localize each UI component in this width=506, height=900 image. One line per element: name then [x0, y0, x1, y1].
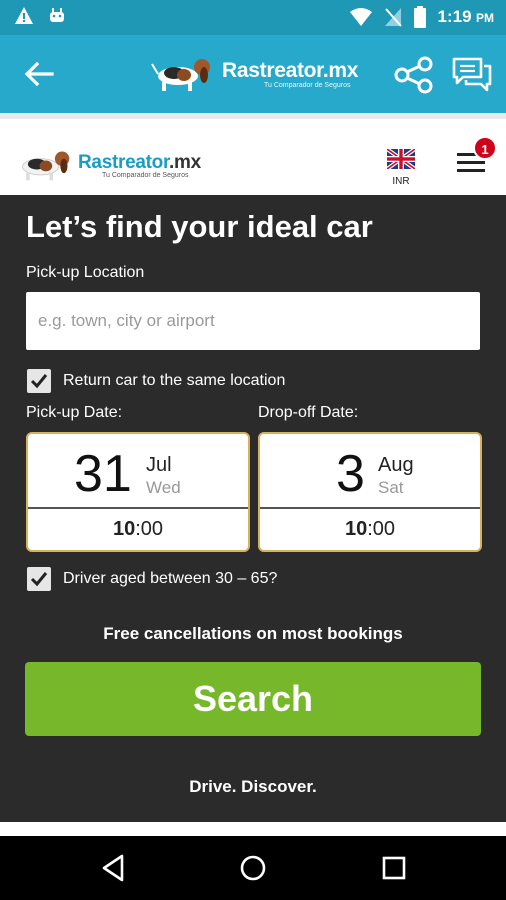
- basset-dog-logo-icon: [22, 151, 70, 181]
- site-brand-name: Rastreator.mx: [78, 151, 201, 173]
- basset-dog-logo-icon: [151, 59, 210, 91]
- android-icon: [50, 8, 64, 22]
- pickup-weekday: Wed: [146, 478, 181, 497]
- battery-icon: [413, 6, 426, 28]
- status-time: 1:19 PM: [437, 7, 494, 26]
- system-nav-bar: [0, 836, 506, 900]
- return-same-label: Return car to the same location: [63, 372, 286, 389]
- form-title: Let’s find your ideal car: [26, 209, 373, 244]
- driver-age-checkbox[interactable]: [27, 567, 51, 591]
- share-icon[interactable]: [393, 55, 435, 95]
- return-same-checkbox[interactable]: [27, 369, 51, 393]
- dropoff-month: Aug: [378, 454, 414, 476]
- app-brand-name: Rastreator.mx: [222, 59, 359, 82]
- driver-age-label: Driver aged between 30 – 65?: [63, 570, 278, 587]
- dropoff-date-picker[interactable]: 3 Aug Sat 10:00: [258, 432, 482, 552]
- no-signal-icon: [384, 8, 402, 27]
- dropoff-time[interactable]: 10:00: [260, 518, 480, 541]
- wifi-icon: [349, 8, 372, 26]
- currency-selector[interactable]: INR: [385, 147, 417, 187]
- pickup-date-picker[interactable]: 31 Jul Wed 10:00: [26, 432, 250, 552]
- dropoff-day: 3: [336, 445, 365, 503]
- pickup-location-input[interactable]: [26, 292, 480, 350]
- back-arrow-icon[interactable]: [22, 57, 56, 91]
- nav-recents-icon[interactable]: [378, 852, 410, 884]
- pickup-date-label: Pick-up Date:: [26, 404, 123, 421]
- checkmark-icon: [30, 374, 48, 389]
- pickup-day: 31: [74, 445, 132, 503]
- app-brand-tagline: Tu Comparador de Seguros: [264, 82, 351, 89]
- car-search-form: Let’s find your ideal car Pick-up Locati…: [0, 195, 506, 822]
- checkmark-icon: [30, 572, 48, 587]
- tagline: Drive. Discover.: [189, 777, 317, 796]
- pickup-time[interactable]: 10:00: [28, 518, 248, 541]
- pickup-month: Jul: [146, 454, 172, 476]
- site-brand-tagline: Tu Comparador de Seguros: [102, 171, 189, 179]
- dropoff-date-label: Drop-off Date:: [258, 404, 359, 421]
- page-footer-strip: [0, 822, 506, 836]
- currency-code: INR: [392, 176, 410, 187]
- search-button[interactable]: Search: [25, 662, 481, 736]
- nav-back-icon[interactable]: [98, 852, 130, 884]
- hamburger-menu-button[interactable]: 1: [455, 136, 497, 185]
- notification-badge: 1: [473, 136, 497, 160]
- free-cancellations-text: Free cancellations on most bookings: [103, 624, 403, 643]
- pickup-location-label: Pick-up Location: [26, 264, 145, 281]
- status-bar: 1:19 PM: [0, 0, 506, 35]
- dropoff-weekday: Sat: [378, 478, 404, 497]
- uk-flag-icon: [385, 147, 417, 171]
- nav-home-icon[interactable]: [237, 852, 269, 884]
- warning-icon: [15, 7, 33, 24]
- app-logo: Rastreator.mx Tu Comparador de Seguros: [150, 47, 358, 101]
- site-logo[interactable]: Rastreator.mx Tu Comparador de Seguros: [14, 147, 201, 183]
- site-header: Rastreator.mx Tu Comparador de Seguros I…: [0, 113, 506, 195]
- chat-icon[interactable]: [451, 55, 493, 95]
- app-bar: Rastreator.mx Tu Comparador de Seguros: [0, 35, 506, 113]
